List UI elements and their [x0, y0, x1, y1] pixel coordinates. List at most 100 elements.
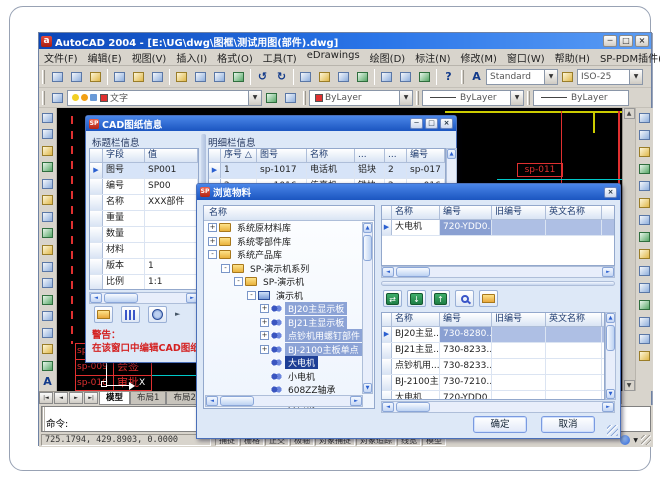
text-style-icon[interactable]: A [468, 69, 485, 85]
menu-item[interactable]: 工具(T) [258, 49, 302, 66]
menu-item[interactable]: SP-PDM插件(P) [595, 49, 660, 66]
menu-item[interactable]: 窗口(W) [502, 49, 550, 66]
tree-hscrollbar[interactable]: ◄► [205, 395, 363, 407]
close-button[interactable]: × [635, 35, 649, 47]
material-row[interactable]: 点钞机用...730-8233... [382, 359, 604, 375]
tree-item[interactable]: +BJ21主显示板 [204, 316, 374, 330]
lock-icon[interactable] [90, 94, 97, 101]
columns-icon[interactable] [121, 306, 140, 323]
tab-layout1[interactable]: 布局1 [130, 392, 166, 405]
tree-toggle-icon[interactable]: + [260, 304, 269, 313]
tree-column-header[interactable]: 名称 [204, 206, 374, 221]
ellipse-arc-icon[interactable] [39, 275, 56, 291]
material-row[interactable]: BJ-2100主...730-7210... [382, 375, 604, 391]
design-center-icon[interactable] [397, 69, 414, 85]
menu-item[interactable]: 视图(V) [127, 49, 172, 66]
menu-item[interactable]: 绘图(D) [365, 49, 411, 66]
toolbar-overflow-icon[interactable]: ► [175, 306, 180, 323]
tree-toggle-icon[interactable]: - [247, 291, 256, 300]
menu-item[interactable]: 编辑(E) [83, 49, 127, 66]
scroll-left-icon[interactable]: ◄ [206, 396, 218, 406]
material-row[interactable]: BJ21主显...730-8233... [382, 343, 604, 359]
menu-item[interactable]: 帮助(H) [550, 49, 595, 66]
open-icon[interactable] [68, 69, 85, 85]
chevron-down-icon[interactable]: ▼ [399, 91, 412, 105]
ellipse-icon[interactable] [39, 259, 56, 275]
scroll-up-icon[interactable]: ▲ [447, 149, 456, 159]
polygon-icon[interactable] [39, 160, 56, 176]
close-icon[interactable]: × [440, 118, 453, 129]
close-icon[interactable]: × [604, 187, 617, 198]
scroll-down-icon[interactable]: ▼ [624, 380, 635, 391]
redo-icon[interactable]: ↻ [273, 69, 290, 85]
point-icon[interactable] [39, 325, 56, 341]
zoom-previous-icon[interactable] [354, 69, 371, 85]
layer-combo[interactable]: 文字 ▼ [67, 90, 262, 106]
tab-nav-first-icon[interactable]: |◄ [39, 392, 53, 404]
save-icon[interactable] [87, 69, 104, 85]
bulb-icon[interactable] [72, 94, 79, 101]
match-properties-icon[interactable] [230, 69, 247, 85]
field-row[interactable]: 版本1 [90, 259, 198, 275]
scroll-thumb[interactable] [606, 325, 615, 351]
minimize-button[interactable]: ─ [603, 35, 617, 47]
spline-icon[interactable] [39, 242, 56, 258]
toolbar-grip[interactable] [42, 91, 45, 105]
menu-item[interactable]: eDrawings [302, 49, 365, 66]
rectangle-icon[interactable] [39, 176, 56, 192]
tree-toggle-icon[interactable]: - [234, 277, 243, 286]
make-object-layer-current-icon[interactable] [263, 90, 280, 106]
scroll-right-icon[interactable]: ► [602, 267, 614, 277]
toolbar-grip[interactable] [461, 70, 464, 84]
fillet-icon[interactable] [636, 331, 653, 347]
insert-block-icon[interactable] [39, 292, 56, 308]
scroll-right-icon[interactable]: ► [602, 402, 614, 412]
tree-item[interactable]: +系统零部件库 [204, 235, 374, 249]
material-row[interactable]: 大电机720-YDD0... [382, 391, 604, 400]
tree-item[interactable]: 大电机 [204, 356, 374, 370]
extend-icon[interactable] [636, 280, 653, 296]
scroll-up-icon[interactable]: ▲ [624, 108, 635, 119]
make-block-icon[interactable] [39, 308, 56, 324]
tree-item[interactable]: -演示机 [204, 289, 374, 303]
bottom-table-vscrollbar[interactable]: ▲ ▼ [605, 312, 616, 400]
break-icon[interactable] [636, 297, 653, 313]
stretch-icon[interactable] [636, 246, 653, 262]
layer-manager-icon[interactable] [49, 90, 66, 106]
erase-icon[interactable] [636, 110, 653, 126]
minimize-button[interactable]: ─ [410, 118, 423, 129]
sheet-dialog-titlebar[interactable]: SP CAD图纸信息 ─ □ × [86, 116, 456, 131]
mirror-icon[interactable] [636, 144, 653, 160]
menu-item[interactable]: 标注(N) [410, 49, 455, 66]
field-row[interactable]: 名称XXX部件 [90, 195, 198, 211]
chevron-down-icon[interactable]: ▼ [510, 91, 523, 105]
color-combo[interactable]: ByLayer ▼ [309, 90, 413, 106]
field-row[interactable]: 重量 [90, 211, 198, 227]
download-arrow-icon[interactable]: ↓ [407, 290, 426, 307]
scroll-thumb[interactable] [220, 396, 254, 406]
tab-nav-next-icon[interactable]: ► [69, 392, 83, 404]
dim-style-combo[interactable]: ISO-25▼ [577, 69, 643, 85]
tree-toggle-icon[interactable]: + [260, 331, 269, 340]
transfer-icon[interactable]: ⇄ [383, 290, 402, 307]
material-row[interactable]: ▶大电机720-YDD0... [382, 220, 614, 236]
resize-grip[interactable] [607, 425, 618, 436]
scroll-right-icon[interactable]: ► [350, 396, 362, 406]
plot-icon[interactable] [111, 69, 128, 85]
search-icon[interactable] [455, 290, 474, 307]
copy-object-icon[interactable] [636, 127, 653, 143]
line-icon[interactable] [39, 110, 56, 126]
material-list-table[interactable]: 名称编号旧编号英文名称▶BJ20主显...730-8280...BJ21主显..… [381, 312, 605, 400]
communication-center-icon[interactable] [620, 435, 630, 445]
trim-icon[interactable] [636, 263, 653, 279]
maximize-button[interactable]: □ [425, 118, 438, 129]
undo-icon[interactable]: ↺ [254, 69, 271, 85]
tree-item[interactable]: 小电机 [204, 370, 374, 384]
text-style-combo[interactable]: Standard▼ [486, 69, 558, 85]
toolbar-grip[interactable] [303, 91, 306, 105]
dim-style-icon[interactable] [559, 69, 576, 85]
tree-toggle-icon[interactable]: + [260, 345, 269, 354]
explode-icon[interactable] [636, 348, 653, 364]
scroll-up-icon[interactable]: ▲ [606, 313, 615, 323]
status-menu-arrow-icon[interactable]: ▼ [633, 437, 638, 444]
